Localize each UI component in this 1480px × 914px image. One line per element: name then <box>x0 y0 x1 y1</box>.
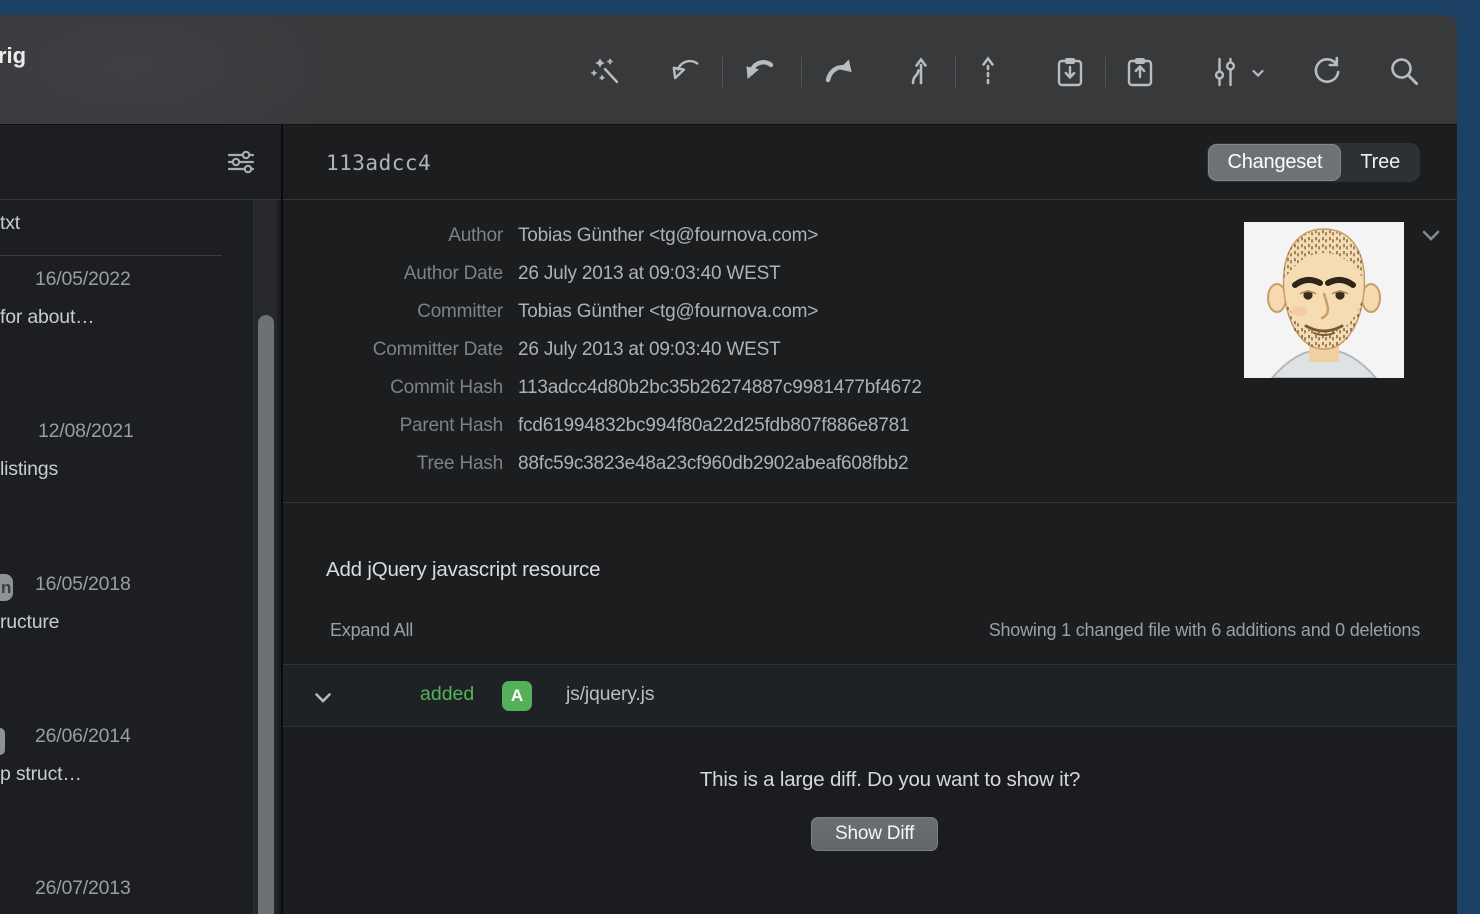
refresh-icon[interactable] <box>1309 54 1345 90</box>
commit-date: 26/07/2013 <box>35 877 131 899</box>
compare-icon[interactable] <box>1207 54 1243 90</box>
expand-all-button[interactable]: Expand All <box>330 620 413 641</box>
magic-wand-icon[interactable] <box>589 54 625 90</box>
toolbar-separator <box>722 57 723 87</box>
commit-short-hash: 113adcc4 <box>326 151 432 175</box>
meta-label: Committer Date <box>372 339 503 360</box>
file-added-badge: A <box>502 681 532 711</box>
search-icon[interactable] <box>1387 54 1423 90</box>
commit-metadata-section: Author Tobias Günther <tg@fournova.com> … <box>283 200 1457 503</box>
changed-file-row[interactable]: added A js/jquery.js <box>283 664 1457 727</box>
diff-area: This is a large diff. Do you want to sho… <box>283 727 1457 914</box>
author-avatar <box>1244 222 1404 378</box>
tab-tree[interactable]: Tree <box>1341 144 1419 181</box>
sidebar-header <box>0 125 283 200</box>
large-diff-prompt: This is a large diff. Do you want to sho… <box>699 768 1081 791</box>
meta-value: 26 July 2013 at 09:03:40 WEST <box>518 339 781 360</box>
commit-subject: Add jQuery javascript resource <box>326 558 601 581</box>
tab-changeset[interactable]: Changeset <box>1208 144 1342 181</box>
merge-icon[interactable] <box>900 54 936 90</box>
commit-message: txt <box>0 212 20 234</box>
commit-list: txt 16/05/2022 for about… 12/08/2021 lis… <box>0 200 283 914</box>
screen: rig txt 16/05/2022 for about… 12/08/2021… <box>0 0 1480 914</box>
commit-date: 12/08/2021 <box>38 420 134 442</box>
meta-label: Author <box>448 225 503 246</box>
commit-detail-panel: 113adcc4 Changeset Tree Author Tobias Gü… <box>283 125 1457 914</box>
show-diff-button[interactable]: Show Diff <box>811 817 939 851</box>
stash-apply-icon[interactable] <box>1122 54 1158 90</box>
scrollbar-thumb[interactable] <box>258 315 274 914</box>
meta-value: Tobias Günther <tg@fournova.com> <box>518 225 819 246</box>
compare-chevron-icon[interactable] <box>1250 65 1266 81</box>
app-window: rig txt 16/05/2022 for about… 12/08/2021… <box>0 15 1457 914</box>
commit-message: p struct… <box>0 763 82 785</box>
file-status-label: added <box>420 683 475 705</box>
commit-detail-header: 113adcc4 Changeset Tree <box>283 125 1457 200</box>
commit-message: ructure <box>0 611 60 633</box>
meta-value: fcd61994832bc994f80a22d25fdb807f886e8781 <box>518 415 910 436</box>
separator <box>0 255 222 256</box>
meta-label: Tree Hash <box>416 453 503 474</box>
commit-history-sidebar: txt 16/05/2022 for about… 12/08/2021 lis… <box>0 125 283 914</box>
meta-value: 113adcc4d80b2bc35b26274887c9981477bf4672 <box>518 377 922 398</box>
collapse-details-chevron-icon[interactable] <box>1419 224 1443 248</box>
chevron-down-icon[interactable] <box>312 687 334 709</box>
filter-sliders-icon[interactable] <box>226 147 256 177</box>
toolbar-separator <box>1105 57 1106 87</box>
stash-save-icon[interactable] <box>1052 54 1088 90</box>
meta-value: 26 July 2013 at 09:03:40 WEST <box>518 263 781 284</box>
undo-outline-icon[interactable] <box>669 54 705 90</box>
commit-date: 16/05/2022 <box>35 268 131 290</box>
toolbar-separator <box>955 57 956 87</box>
force-push-icon[interactable] <box>970 54 1006 90</box>
commit-message: listings <box>0 458 59 480</box>
branch-badge-fragment: n <box>0 574 13 601</box>
branch-badge-fragment <box>0 728 5 755</box>
file-path: js/jquery.js <box>566 683 655 705</box>
meta-label: Committer <box>417 301 503 322</box>
window-title: rig <box>0 43 27 68</box>
redo-icon[interactable] <box>820 54 856 90</box>
meta-row-parent-hash: Parent Hash fcd61994832bc994f80a22d25fdb… <box>283 407 1457 445</box>
commit-date: 16/05/2018 <box>35 573 131 595</box>
view-toggle: Changeset Tree <box>1207 143 1420 182</box>
meta-label: Commit Hash <box>390 377 503 398</box>
meta-value: Tobias Günther <tg@fournova.com> <box>518 301 819 322</box>
meta-label: Author Date <box>403 263 503 284</box>
meta-row-tree-hash: Tree Hash 88fc59c3823e48a23cf960db2902ab… <box>283 445 1457 483</box>
changed-files-summary: Showing 1 changed file with 6 additions … <box>988 620 1421 640</box>
commit-date: 26/06/2014 <box>35 725 131 747</box>
undo-icon[interactable] <box>742 54 778 90</box>
scrollbar-track[interactable] <box>253 200 277 914</box>
meta-value: 88fc59c3823e48a23cf960db2902abeaf608fbb2 <box>518 453 909 474</box>
commit-message: for about… <box>0 306 95 328</box>
meta-label: Parent Hash <box>399 415 504 436</box>
toolbar-separator <box>801 57 802 87</box>
toolbar: rig <box>0 15 1457 125</box>
commit-message-section: Add jQuery javascript resource Expand Al… <box>283 503 1457 664</box>
